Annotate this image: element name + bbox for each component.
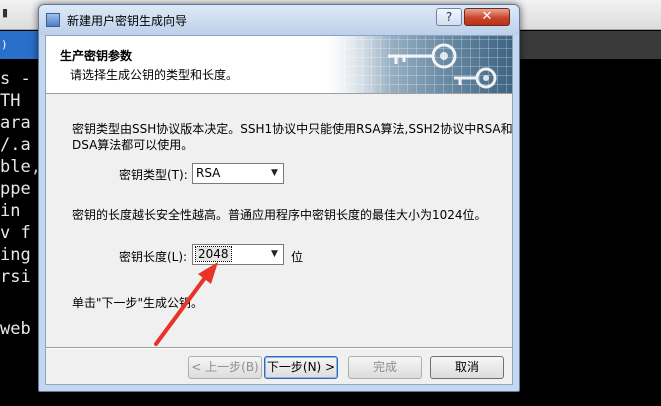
key-length-label: 密钥长度(L):	[119, 250, 188, 264]
toolbar-icon[interactable]: ▮	[2, 6, 14, 20]
chevron-down-icon[interactable]: ▼	[266, 245, 283, 264]
terminal-line: s -	[0, 69, 31, 89]
terminal-line: /.a	[0, 135, 31, 155]
key-type-description-cont: DSA算法都可以使用。	[72, 138, 194, 152]
wizard-header: 生产密钥参数 请选择生成公钥的类型和长度。	[46, 36, 512, 94]
terminal-line: TH	[0, 91, 21, 111]
back-button[interactable]: < 上一步(B)	[188, 356, 262, 379]
terminal-line: rsi	[0, 267, 31, 287]
terminal-line: ara	[0, 113, 31, 133]
key-type-select[interactable]: RSA ▼	[192, 163, 284, 184]
terminal-line: ing	[0, 245, 31, 265]
cancel-button[interactable]: 取消	[430, 356, 504, 379]
background-tab[interactable]: )	[0, 31, 40, 59]
key-type-label: 密钥类型(T):	[119, 168, 188, 182]
next-button[interactable]: 下一步(N) >	[264, 356, 338, 379]
close-icon: ✕	[481, 9, 493, 24]
finish-button[interactable]: 完成	[348, 356, 422, 379]
dialog-title: 新建用户密钥生成向导	[67, 14, 188, 28]
terminal-line: web	[0, 319, 31, 339]
chevron-down-icon[interactable]: ▼	[266, 164, 283, 183]
key-length-note: 密钥的长度越长安全性越高。普通应用程序中密钥长度的最佳大小为1024位。	[72, 208, 487, 222]
close-button[interactable]: ✕	[464, 8, 510, 26]
key-type-description: 密钥类型由SSH协议版本决定。SSH1协议中只能使用RSA算法,SSH2协议中R…	[72, 122, 513, 136]
dialog-titlebar[interactable]: 新建用户密钥生成向导 ? ✕	[39, 5, 519, 35]
next-hint: 单击"下一步"生成公钥。	[72, 296, 204, 310]
help-button[interactable]: ?	[436, 8, 462, 26]
key-length-value: 2048	[195, 246, 232, 262]
key-length-select[interactable]: 2048 ▼	[192, 244, 284, 265]
terminal-line: ppe	[0, 179, 31, 199]
terminal-line: ble,	[0, 157, 41, 177]
key-type-value: RSA	[196, 166, 221, 180]
wizard-app-icon	[46, 13, 60, 27]
dialog-client-area: 生产密钥参数 请选择生成公钥的类型和长度。 密钥类型由SSH协议版本决定。SSH…	[45, 35, 513, 385]
terminal-line: v f	[0, 223, 31, 243]
keys-icon	[326, 36, 512, 93]
new-key-wizard-dialog: 新建用户密钥生成向导 ? ✕ 生产密钥参数 请选择生成公钥的类型和长度。 密钥类…	[38, 4, 520, 392]
footer-separator	[46, 347, 512, 349]
header-subtitle: 请选择生成公钥的类型和长度。	[70, 68, 239, 82]
terminal-line: in	[0, 201, 31, 221]
key-length-unit: 位	[291, 250, 304, 264]
header-title: 生产密钥参数	[60, 49, 133, 63]
